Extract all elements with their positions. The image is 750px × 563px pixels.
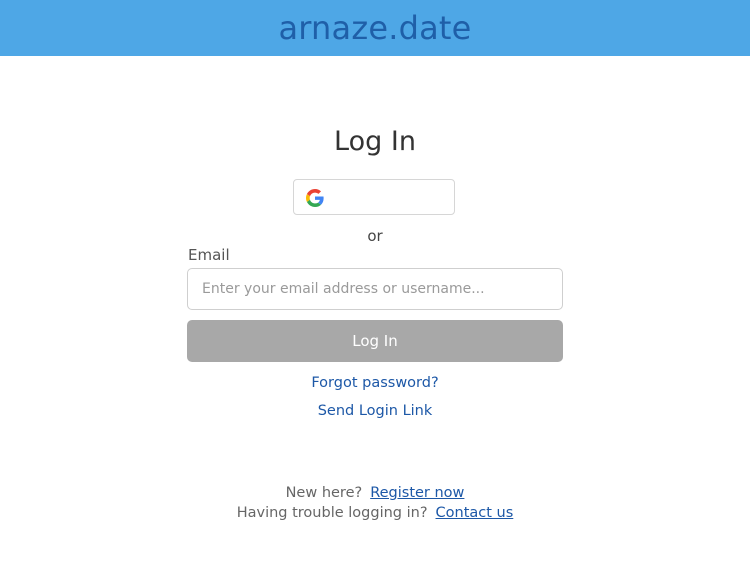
- google-icon: [306, 189, 324, 207]
- send-login-link-row: Send Login Link: [0, 403, 750, 419]
- email-label: Email: [188, 246, 230, 264]
- site-header: arnaze.date: [0, 0, 750, 56]
- email-field[interactable]: [187, 268, 563, 310]
- register-row: New here? Register now: [0, 485, 750, 501]
- send-login-link[interactable]: Send Login Link: [318, 403, 433, 419]
- google-signin-button[interactable]: [293, 179, 455, 215]
- contact-link[interactable]: Contact us: [436, 505, 514, 521]
- new-here-text: New here?: [285, 485, 363, 501]
- forgot-password-row: Forgot password?: [0, 375, 750, 391]
- site-brand[interactable]: arnaze.date: [278, 12, 471, 44]
- forgot-password-link[interactable]: Forgot password?: [311, 375, 438, 391]
- trouble-text: Having trouble logging in?: [236, 505, 428, 521]
- page-title: Log In: [334, 126, 416, 157]
- contact-row: Having trouble logging in? Contact us: [0, 505, 750, 521]
- login-button[interactable]: Log In: [187, 320, 563, 362]
- or-divider-text: or: [367, 227, 383, 245]
- register-link[interactable]: Register now: [370, 485, 464, 501]
